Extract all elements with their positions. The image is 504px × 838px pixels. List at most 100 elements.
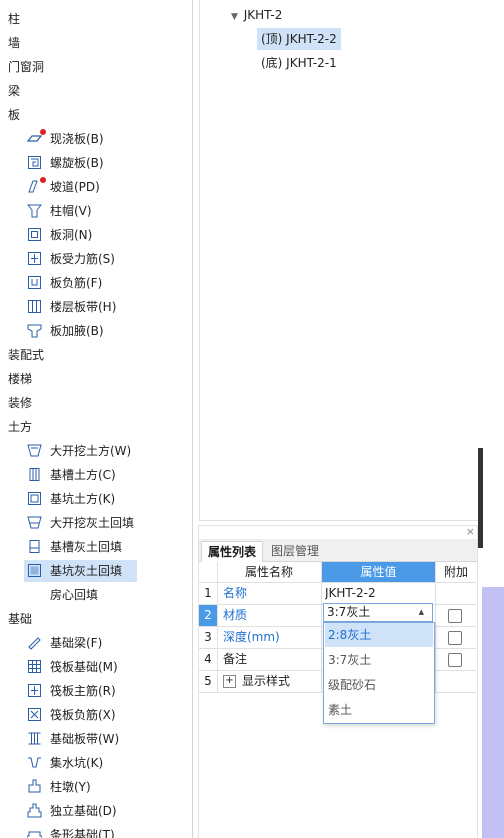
component-item-top[interactable]: (顶) JKHT-2-2 [257,28,341,50]
column-header-name: 属性名称 [244,565,293,579]
tree-category-column[interactable]: 柱 [0,7,192,31]
dropdown-option[interactable]: 2:8灰土 [325,623,433,647]
slab-haunch-icon [27,324,42,338]
extra-checkbox[interactable] [448,653,462,667]
tree-item-label: 基槽灰土回填 [50,540,123,554]
splitter-handle[interactable] [478,448,483,548]
tree-item-label: 坡道(PD) [50,180,100,194]
tree-item-label: 筏板主筋(R) [50,684,116,698]
property-name-label: 名称 [223,586,248,600]
tree-category-label: 梁 [8,84,21,98]
alert-dot [40,177,46,183]
material-dropdown-list: 2:8灰土 3:7灰土 级配砂石 素土 [323,622,435,724]
tree-item-pier[interactable]: 柱墩(Y) [0,775,192,799]
tree-item-neg-rebar[interactable]: 板负筋(F) [0,271,192,295]
dropdown-option[interactable]: 级配砂石 [325,673,433,697]
room-backfill-icon [28,590,41,601]
extra-checkbox[interactable] [448,609,462,623]
property-name-value[interactable]: JKHT-2-2 [325,583,376,604]
tree-item-raft-neg-rebar[interactable]: 筏板负筋(X) [0,703,192,727]
tree-category-label: 墙 [8,36,21,50]
grid-line [435,562,436,692]
tree-category-door-window[interactable]: 门窗洞 [0,55,192,79]
tree-item-foundation-beam[interactable]: 基础梁(F) [0,631,192,655]
tree-item-trench-backfill[interactable]: 基槽灰土回填 [0,535,192,559]
tree-item-label: 筏板基础(M) [50,660,118,674]
tree-item-foundation-band[interactable]: 基础板带(W) [0,727,192,751]
tree-item-label: 大开挖灰土回填 [50,516,135,530]
pit-backfill-icon [28,564,41,577]
material-select[interactable]: 3:7灰土 ▲ [323,603,433,622]
tree-item-pit-backfill[interactable]: 基坑灰土回填 [0,559,192,583]
component-list-frame [199,0,479,521]
tree-item-column-cap[interactable]: 柱帽(V) [0,199,192,223]
tree-item-spiral-slab[interactable]: 螺旋板(B) [0,151,192,175]
tree-item-label: 楼层板带(H) [50,300,117,314]
tree-item-label: 板加腋(B) [50,324,104,338]
tree-item-raft-main-rebar[interactable]: 筏板主筋(R) [0,679,192,703]
component-group-label: JKHT-2 [243,8,283,22]
expand-caret-icon: ▼ [231,12,238,22]
expand-plus-icon[interactable]: + [223,675,236,688]
tree-category-earthwork[interactable]: 土方 [0,415,192,439]
tree-category-wall[interactable]: 墙 [0,31,192,55]
tree-item-slab-hole[interactable]: 板洞(N) [0,223,192,247]
component-group-jkht-2[interactable]: ▼ JKHT-2 [231,4,282,26]
side-panel-strip [482,587,504,838]
row-number: 4 [204,652,212,666]
tree-item-slab-rebar[interactable]: 板受力筋(S) [0,247,192,271]
open-excavation-icon [27,444,42,457]
tree-item-label: 独立基础(D) [50,804,117,818]
foundation-band-icon [28,732,41,745]
property-depth-label: 深度(mm) [223,630,280,644]
tree-item-floor-band[interactable]: 楼层板带(H) [0,295,192,319]
tree-item-raft-foundation[interactable]: 筏板基础(M) [0,655,192,679]
extra-checkbox[interactable] [448,631,462,645]
tree-item-strip-foundation[interactable]: 条形基础(T) [0,823,192,838]
tree-item-open-excavation[interactable]: 大开挖土方(W) [0,439,192,463]
tab-layer-management[interactable]: 图层管理 [265,541,325,561]
dropdown-option[interactable]: 素土 [325,698,433,722]
tree-item-isolated-foundation[interactable]: 独立基础(D) [0,799,192,823]
tree-category-stairs[interactable]: 楼梯 [0,367,192,391]
pit-earth-icon [28,492,41,505]
tree-item-room-backfill[interactable]: 房心回填 [0,583,192,607]
property-display-style-label: 显示样式 [242,674,291,688]
tree-category-prefab[interactable]: 装配式 [0,343,192,367]
tree-category-label: 装配式 [8,348,45,362]
row-number: 3 [204,630,212,644]
tree-category-slab[interactable]: 板 [0,103,192,127]
tree-category-label: 门窗洞 [8,60,45,74]
row-number: 2 [199,605,217,626]
tree-category-foundation[interactable]: 基础 [0,607,192,631]
tree-category-finishing[interactable]: 装修 [0,391,192,415]
tree-category-label: 土方 [8,420,33,434]
strip-foundation-icon [27,831,42,838]
tree-item-pit-earth[interactable]: 基坑土方(K) [0,487,192,511]
component-item-bottom[interactable]: (底) JKHT-2-1 [261,52,337,74]
tree-category-label: 楼梯 [8,372,33,386]
dropdown-arrow-icon[interactable]: ▲ [419,604,424,621]
tree-item-label: 条形基础(T) [50,828,115,838]
dropdown-option[interactable]: 3:7灰土 [325,648,433,672]
close-icon[interactable]: × [466,526,475,538]
tree-item-open-backfill[interactable]: 大开挖灰土回填 [0,511,192,535]
tree-item-label: 板负筋(F) [50,276,103,290]
tree-item-trench-earth[interactable]: 基槽土方(C) [0,463,192,487]
tree-item-sump[interactable]: 集水坑(K) [0,751,192,775]
tree-item-label: 螺旋板(B) [50,156,104,170]
tree-item-label: 基槽土方(C) [50,468,116,482]
column-cap-icon [27,204,42,218]
grid-line [321,562,322,692]
property-material-label: 材质 [223,608,248,622]
tree-item-ramp[interactable]: 坡道(PD) [0,175,192,199]
tree-item-slab-haunch[interactable]: 板加腋(B) [0,319,192,343]
tab-property-list[interactable]: 属性列表 [201,541,264,562]
tree-item-cast-slab[interactable]: 现浇板(B) [0,127,192,151]
column-header-value[interactable]: 属性值 [322,562,435,582]
tree-item-label: 房心回填 [50,588,99,602]
app-window: 柱 墙 门窗洞 梁 板 现浇板(B) 螺旋板(B) 坡道(PD) 柱帽(V) 板… [0,0,504,838]
raft-main-rebar-icon [28,684,41,697]
spiral-slab-icon [28,156,41,169]
tree-category-beam[interactable]: 梁 [0,79,192,103]
